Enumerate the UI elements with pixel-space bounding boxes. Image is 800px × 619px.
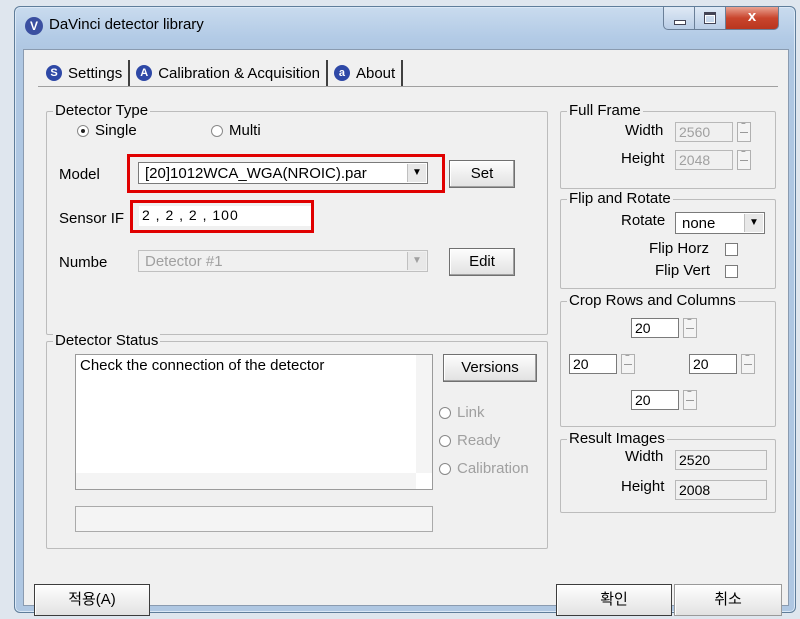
status-message: Check the connection of the detector bbox=[80, 357, 325, 374]
full-frame-group: Full Frame Width 2560 Height 2048 bbox=[560, 102, 776, 189]
main-window: V DaVinci detector library x S Settings … bbox=[14, 6, 796, 616]
full-width-field[interactable]: 2560 bbox=[675, 122, 733, 142]
radio-selected-icon bbox=[77, 124, 89, 137]
crop-bottom-field[interactable]: 20 bbox=[631, 390, 679, 410]
link-label: Link bbox=[457, 404, 485, 421]
single-label: Single bbox=[95, 122, 137, 139]
edit-button[interactable]: Edit bbox=[449, 248, 515, 276]
about-icon: a bbox=[333, 65, 350, 81]
flip-rotate-group: Flip and Rotate Rotate none ▼ Flip Horz … bbox=[560, 190, 776, 289]
result-images-group: Result Images Width 2520 Height 2008 bbox=[560, 430, 776, 513]
result-width-label: Width bbox=[625, 448, 664, 465]
ready-radio[interactable]: Ready bbox=[439, 432, 500, 449]
detector-status-label: Detector Status bbox=[53, 332, 161, 349]
rotate-select[interactable]: none ▼ bbox=[675, 212, 765, 234]
ready-label: Ready bbox=[457, 432, 501, 449]
set-button[interactable]: Set bbox=[449, 160, 515, 188]
tab-label: Settings bbox=[68, 64, 123, 82]
flip-rotate-label: Flip and Rotate bbox=[567, 190, 673, 207]
single-radio[interactable]: Single bbox=[77, 122, 137, 139]
app-logo-icon: V bbox=[25, 17, 43, 35]
crop-left-spinner[interactable] bbox=[621, 351, 635, 374]
tab-settings[interactable]: S Settings bbox=[40, 60, 131, 86]
vertical-scrollbar[interactable] bbox=[416, 355, 432, 473]
crop-left-field[interactable]: 20 bbox=[569, 354, 617, 374]
status-progress-bar bbox=[75, 506, 433, 532]
window-title: DaVinci detector library bbox=[49, 16, 204, 33]
flip-horz-label: Flip Horz bbox=[649, 240, 710, 257]
full-height-label: Height bbox=[621, 150, 665, 167]
title-bar[interactable]: V DaVinci detector library x bbox=[15, 7, 795, 49]
detector-number-value: Detector #1 bbox=[145, 253, 223, 270]
settings-icon: S bbox=[46, 65, 62, 81]
multi-label: Multi bbox=[229, 122, 261, 139]
number-label: Numbe bbox=[59, 254, 108, 271]
radio-empty-icon bbox=[439, 434, 451, 447]
tab-about[interactable]: a About bbox=[328, 60, 404, 86]
full-height-field[interactable]: 2048 bbox=[675, 150, 733, 170]
tab-label: About bbox=[355, 64, 396, 82]
crop-bottom-spinner[interactable] bbox=[683, 387, 697, 410]
full-width-label: Width bbox=[625, 122, 664, 139]
rotate-label: Rotate bbox=[621, 212, 666, 229]
crop-top-field[interactable]: 20 bbox=[631, 318, 679, 338]
crop-right-spinner[interactable] bbox=[741, 351, 755, 374]
detector-type-group: Detector Type Single Multi Model [20]101… bbox=[46, 102, 548, 335]
detector-type-label: Detector Type bbox=[53, 102, 151, 119]
sensor-ip-label: Sensor IF bbox=[59, 210, 125, 227]
crop-label: Crop Rows and Columns bbox=[567, 292, 738, 309]
tab-label: Calibration & Acquisition bbox=[158, 64, 320, 82]
result-images-label: Result Images bbox=[567, 430, 667, 447]
model-select[interactable]: [20]1012WCA_WGA(NROIC).par ▼ bbox=[138, 162, 428, 184]
horizontal-scrollbar[interactable] bbox=[76, 473, 416, 489]
radio-empty-icon bbox=[211, 124, 223, 137]
tab-calibration-acquisition[interactable]: A Calibration & Acquisition bbox=[130, 60, 328, 86]
link-radio[interactable]: Link bbox=[439, 404, 485, 421]
settings-page: Detector Type Single Multi Model [20]101… bbox=[38, 86, 778, 549]
width-spinner[interactable] bbox=[737, 119, 751, 142]
result-width-field: 2520 bbox=[675, 450, 767, 470]
rotate-value: none bbox=[682, 215, 716, 232]
dialog-client: S Settings A Calibration & Acquisition a… bbox=[23, 49, 789, 616]
height-spinner[interactable] bbox=[737, 147, 751, 170]
ok-button[interactable]: 확인 bbox=[556, 584, 672, 616]
cancel-button[interactable]: 취소 bbox=[674, 584, 782, 616]
radio-empty-icon bbox=[439, 406, 451, 419]
crop-right-field[interactable]: 20 bbox=[689, 354, 737, 374]
dropdown-arrow-icon: ▼ bbox=[407, 252, 426, 270]
full-frame-label: Full Frame bbox=[567, 102, 643, 119]
result-height-field: 2008 bbox=[675, 480, 767, 500]
dropdown-arrow-icon: ▼ bbox=[407, 164, 426, 182]
flip-vert-checkbox[interactable] bbox=[725, 265, 738, 278]
flip-horz-checkbox[interactable] bbox=[725, 243, 738, 256]
detector-status-group: Detector Status Check the connection of … bbox=[46, 332, 548, 549]
calibration-label: Calibration bbox=[457, 460, 529, 477]
maximize-button[interactable] bbox=[694, 7, 726, 30]
tab-bar: S Settings A Calibration & Acquisition a… bbox=[40, 60, 404, 86]
dropdown-arrow-icon: ▼ bbox=[744, 214, 763, 232]
flip-vert-label: Flip Vert bbox=[655, 262, 711, 279]
result-height-label: Height bbox=[621, 478, 665, 495]
calibration-radio[interactable]: Calibration bbox=[439, 460, 529, 477]
calibration-icon: A bbox=[136, 65, 153, 81]
model-value: [20]1012WCA_WGA(NROIC).par bbox=[145, 165, 367, 182]
sensor-ip-field[interactable]: 2 , 2 , 2 , 100 bbox=[139, 206, 311, 226]
minimize-button[interactable] bbox=[663, 7, 695, 30]
status-textarea[interactable]: Check the connection of the detector bbox=[75, 354, 433, 490]
crop-group: Crop Rows and Columns 20 20 20 20 bbox=[560, 292, 776, 427]
model-label: Model bbox=[59, 166, 100, 183]
crop-top-spinner[interactable] bbox=[683, 315, 697, 338]
close-button[interactable]: x bbox=[725, 7, 779, 30]
radio-empty-icon bbox=[439, 462, 451, 475]
multi-radio[interactable]: Multi bbox=[211, 122, 261, 139]
detector-number-select[interactable]: Detector #1 ▼ bbox=[138, 250, 428, 272]
apply-button[interactable]: 적용(A) bbox=[34, 584, 150, 616]
versions-button[interactable]: Versions bbox=[443, 354, 537, 382]
